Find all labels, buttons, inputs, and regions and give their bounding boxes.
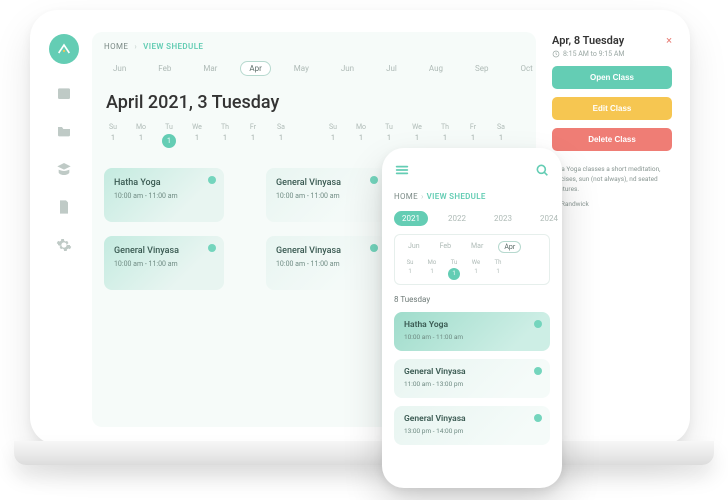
- class-card[interactable]: Hatha Yoga10:00 am - 11:00 am: [104, 168, 224, 222]
- month-feb[interactable]: Feb: [149, 61, 180, 76]
- phone-month-apr[interactable]: Apr: [498, 241, 521, 253]
- year-selector: 20212022202320242025: [394, 211, 550, 226]
- folder-icon[interactable]: [55, 122, 73, 140]
- month-jul[interactable]: Jul: [377, 61, 406, 76]
- month-mar[interactable]: Mar: [194, 61, 226, 76]
- day-cell[interactable]: Mo1: [352, 123, 370, 148]
- status-dot-icon: [208, 176, 216, 184]
- phone-day-cell[interactable]: Th1: [491, 259, 505, 280]
- day-cell[interactable]: Fr1: [464, 123, 482, 148]
- status-dot-icon: [534, 367, 542, 375]
- month-oct[interactable]: Oct: [511, 61, 536, 76]
- document-icon[interactable]: [55, 198, 73, 216]
- phone-month-feb[interactable]: Feb: [435, 241, 456, 253]
- edit-class-button[interactable]: Edit Class: [552, 97, 672, 120]
- phone-month-jun[interactable]: Jun: [403, 241, 425, 253]
- day-cell[interactable]: Su1: [104, 123, 122, 148]
- phone-day-cell[interactable]: Su1: [403, 259, 417, 280]
- phone-day-cell[interactable]: Tu1: [447, 259, 461, 280]
- month-apr[interactable]: Apr: [240, 61, 270, 76]
- phone-class-card[interactable]: Hatha Yoga10:00 am - 11:00 am: [394, 312, 550, 351]
- month-sep[interactable]: Sep: [466, 61, 497, 76]
- phone-breadcrumb-current: VIEW SHEDULE: [427, 192, 486, 201]
- phone-frame: HOME›VIEW SHEDULE 20212022202320242025 J…: [382, 148, 562, 488]
- day-cell[interactable]: Tu1: [160, 123, 178, 148]
- status-dot-icon: [208, 244, 216, 252]
- page-title: April 2021, 3 Tuesday: [106, 92, 524, 113]
- breadcrumb-current: VIEW SHEDULE: [143, 42, 203, 51]
- day-cell[interactable]: Mo1: [132, 123, 150, 148]
- calendar-icon[interactable]: [55, 84, 73, 102]
- sidebar: [48, 32, 80, 427]
- delete-class-button[interactable]: Delete Class: [552, 128, 672, 151]
- laptop-frame: HOME › VIEW SHEDULE JunFebMarAprMayJunJu…: [30, 10, 690, 445]
- day-cell[interactable]: Su1: [324, 123, 342, 148]
- phone-month-mar[interactable]: Mar: [466, 241, 488, 253]
- phone-class-card[interactable]: General Vinyasa13:00 pm - 14:00 pm: [394, 406, 550, 445]
- settings-icon[interactable]: [55, 236, 73, 254]
- app-logo[interactable]: [49, 34, 79, 64]
- month-aug[interactable]: Aug: [420, 61, 452, 76]
- app-shell: HOME › VIEW SHEDULE JunFebMarAprMayJunJu…: [48, 32, 672, 427]
- status-dot-icon: [534, 414, 542, 422]
- month-selector: JunFebMarAprMayJunJulAugSepOctNovDec: [104, 61, 524, 76]
- phone-breadcrumb: HOME›VIEW SHEDULE: [394, 192, 550, 201]
- breadcrumb-home[interactable]: HOME: [104, 42, 128, 51]
- class-card[interactable]: General Vinyasa10:00 am - 11:00 am: [266, 236, 386, 290]
- class-card[interactable]: General Vinyasa10:00 am - 11:00 am: [104, 236, 224, 290]
- phone-date-label: 8 Tuesday: [394, 295, 550, 304]
- detail-panel: Apr, 8 Tuesday 8:15 AM to 9:15 AM × Open…: [548, 32, 672, 427]
- student-icon[interactable]: [55, 160, 73, 178]
- year-2022[interactable]: 2022: [440, 211, 474, 226]
- day-cell[interactable]: Sa1: [272, 123, 290, 148]
- menu-icon[interactable]: [394, 162, 410, 182]
- class-card[interactable]: General Vinyasa10:00 am - 11:00 am: [266, 168, 386, 222]
- day-cell[interactable]: We1: [188, 123, 206, 148]
- status-dot-icon: [370, 244, 378, 252]
- laptop-base: [14, 441, 714, 465]
- day-cell[interactable]: Fr1: [244, 123, 262, 148]
- year-2023[interactable]: 2023: [486, 211, 520, 226]
- status-dot-icon: [370, 176, 378, 184]
- phone-class-card[interactable]: General Vinyasa11:00 am - 13:00 pm: [394, 359, 550, 398]
- day-cell[interactable]: Sa1: [492, 123, 510, 148]
- month-jun[interactable]: Jun: [332, 61, 363, 76]
- week-strip: Su1 Mo1 Tu1 We1 Th1 Fr1 Sa1 Su1 Mo1 Tu1 We1 Th1 Fr1…: [104, 123, 524, 148]
- detail-description: atha Yoga classes a short meditation, xe…: [552, 165, 672, 210]
- month-jun[interactable]: Jun: [104, 61, 135, 76]
- year-2024[interactable]: 2024: [532, 211, 562, 226]
- detail-time-subtitle: 8:15 AM to 9:15 AM: [552, 50, 625, 58]
- day-cell[interactable]: We1: [408, 123, 426, 148]
- chevron-right-icon: ›: [134, 42, 137, 51]
- search-icon[interactable]: [534, 162, 550, 182]
- phone-day-cell[interactable]: We1: [469, 259, 483, 280]
- breadcrumb: HOME › VIEW SHEDULE: [104, 42, 524, 51]
- phone-month-day-box: Jun Feb Mar Apr Su1 Mo1 Tu1 We1 Th1: [394, 234, 550, 285]
- month-may[interactable]: May: [285, 61, 318, 76]
- phone-breadcrumb-home[interactable]: HOME: [394, 192, 418, 201]
- close-icon[interactable]: ×: [666, 34, 672, 47]
- phone-day-cell[interactable]: Mo1: [425, 259, 439, 280]
- day-cell[interactable]: Tu1: [380, 123, 398, 148]
- open-class-button[interactable]: Open Class: [552, 66, 672, 89]
- status-dot-icon: [534, 320, 542, 328]
- day-cell[interactable]: Th1: [436, 123, 454, 148]
- detail-date-title: Apr, 8 Tuesday: [552, 34, 625, 47]
- year-2021[interactable]: 2021: [394, 211, 428, 226]
- day-cell[interactable]: Th1: [216, 123, 234, 148]
